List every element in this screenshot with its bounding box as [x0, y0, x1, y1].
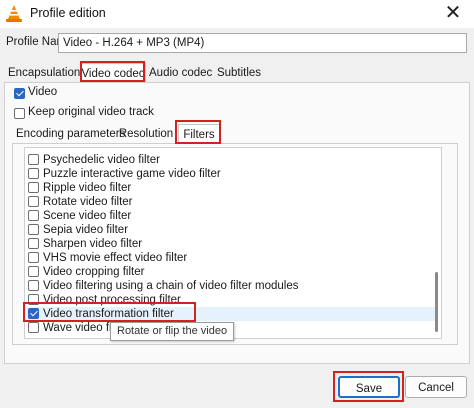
filter-label: Rotate video filter	[43, 196, 133, 208]
window-title: Profile edition	[30, 6, 106, 20]
tab-filters[interactable]: Filters	[178, 124, 220, 145]
video-checkbox[interactable]	[14, 88, 25, 99]
filter-label: Scene video filter	[43, 210, 132, 222]
keep-original-checkbox[interactable]	[14, 108, 25, 119]
filter-label: Psychedelic video filter	[43, 154, 160, 166]
filter-checkbox[interactable]	[28, 210, 39, 221]
filter-checkbox[interactable]	[28, 308, 39, 319]
close-icon[interactable]: ✕	[442, 2, 464, 24]
tab-subtitles[interactable]: Subtitles	[214, 63, 264, 83]
filter-label: Video filtering using a chain of video f…	[43, 280, 299, 292]
filter-checkbox[interactable]	[28, 322, 39, 333]
tab-encoding-parameters[interactable]: Encoding parameters	[16, 124, 125, 144]
tab-resolution[interactable]: Resolution	[118, 124, 174, 144]
filter-label: Sepia video filter	[43, 224, 129, 236]
video-label: Video	[28, 86, 58, 98]
tab-video-codec[interactable]: Video codec	[80, 63, 146, 84]
tab-audio-codec[interactable]: Audio codec	[149, 63, 212, 83]
list-item[interactable]: Psychedelic video filter	[25, 153, 435, 167]
filter-checkbox[interactable]	[28, 154, 39, 165]
cancel-button[interactable]: Cancel	[405, 376, 467, 398]
title-bar: Profile edition ✕	[0, 0, 474, 28]
scroll-thumb[interactable]	[435, 272, 438, 332]
filter-label: Puzzle interactive game video filter	[43, 168, 221, 180]
list-item[interactable]: Scene video filter	[25, 209, 435, 223]
filter-checkbox[interactable]	[28, 196, 39, 207]
list-item[interactable]: Video cropping filter	[25, 265, 435, 279]
list-item[interactable]: Sepia video filter	[25, 223, 435, 237]
filter-checkbox[interactable]	[28, 168, 39, 179]
filter-tooltip: Rotate or flip the video	[110, 322, 235, 341]
filter-checkbox[interactable]	[28, 224, 39, 235]
list-item[interactable]: VHS movie effect video filter	[25, 251, 435, 265]
vlc-cone-icon	[6, 5, 22, 22]
filter-checkbox[interactable]	[28, 238, 39, 249]
list-item[interactable]: Rotate video filter	[25, 195, 435, 209]
filters-list: Psychedelic video filter Puzzle interact…	[24, 147, 442, 339]
keep-original-label: Keep original video track	[28, 106, 154, 118]
filter-label: Video post processing filter	[43, 294, 181, 306]
list-item[interactable]: Ripple video filter	[25, 181, 435, 195]
filter-checkbox[interactable]	[28, 294, 39, 305]
list-item[interactable]: Sharpen video filter	[25, 237, 435, 251]
list-item[interactable]: Video filtering using a chain of video f…	[25, 279, 435, 293]
filter-checkbox[interactable]	[28, 182, 39, 193]
filter-label: Video transformation filter	[43, 308, 174, 320]
tab-encapsulation[interactable]: Encapsulation	[8, 63, 80, 83]
filter-checkbox[interactable]	[28, 266, 39, 277]
filter-label: VHS movie effect video filter	[43, 252, 188, 264]
list-scrollbar[interactable]	[435, 152, 438, 334]
list-item[interactable]: Video transformation filter	[25, 307, 435, 321]
save-button[interactable]: Save	[338, 376, 400, 398]
filter-checkbox[interactable]	[28, 252, 39, 263]
filter-checkbox[interactable]	[28, 280, 39, 291]
filter-label: Sharpen video filter	[43, 238, 143, 250]
profile-name-input[interactable]: Video - H.264 + MP3 (MP4)	[58, 33, 467, 53]
filter-label: Ripple video filter	[43, 182, 132, 194]
list-item[interactable]: Puzzle interactive game video filter	[25, 167, 435, 181]
list-item[interactable]: Video post processing filter	[25, 293, 435, 307]
filter-label: Video cropping filter	[43, 266, 145, 278]
